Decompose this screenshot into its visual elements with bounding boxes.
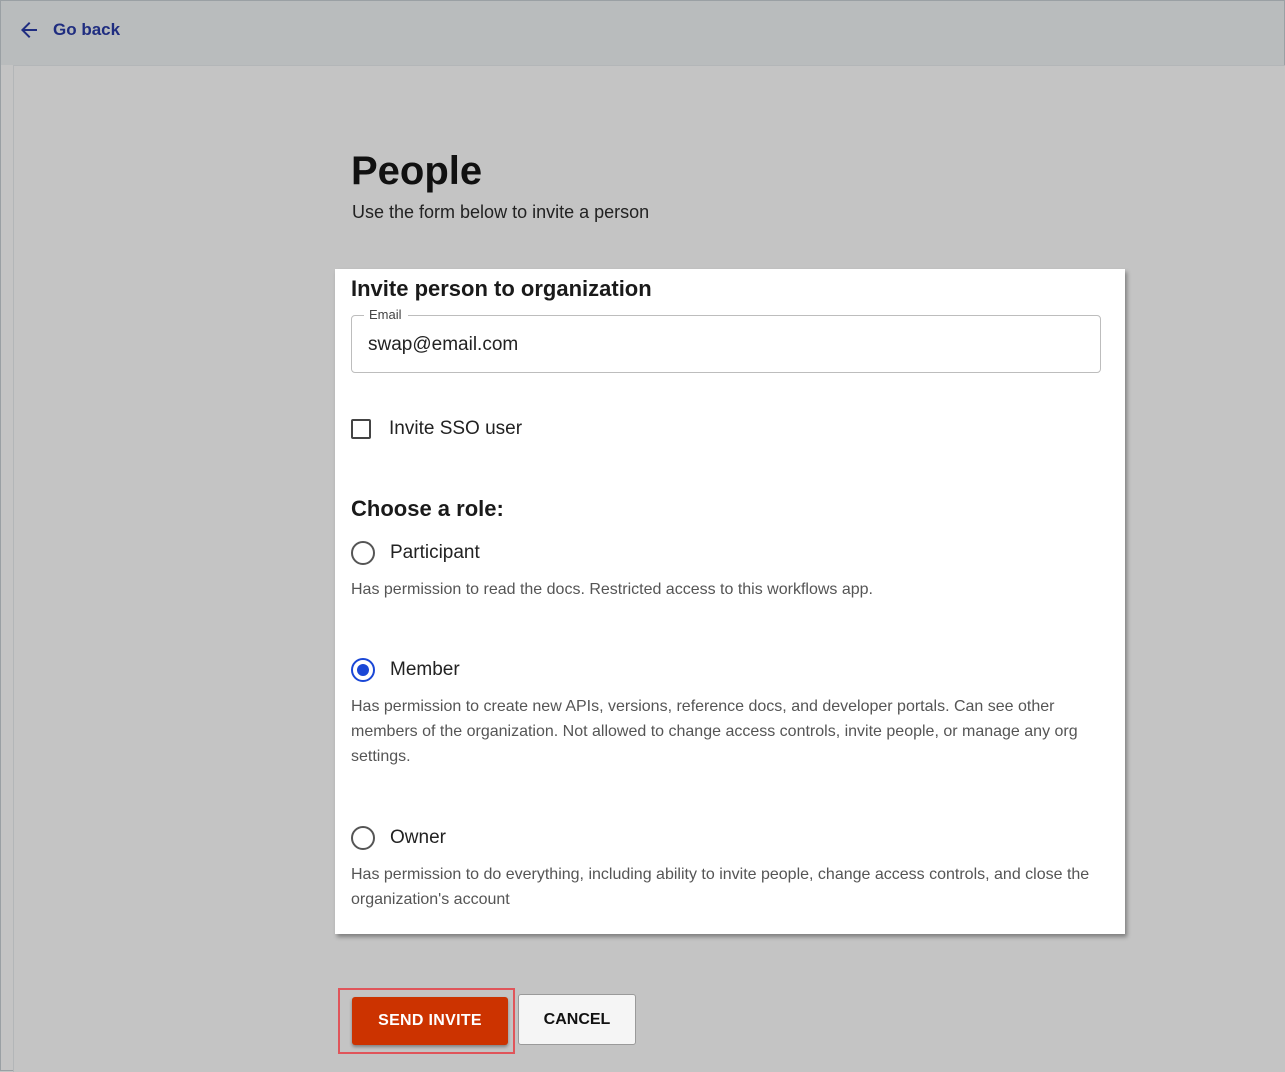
top-bar: Go back [1,1,1284,65]
page-subtitle: Use the form below to invite a person [352,202,650,222]
role-member-row[interactable]: Member [351,656,1101,684]
role-owner-row[interactable]: Owner [351,824,1101,852]
cancel-button[interactable]: CANCEL [518,994,636,1045]
email-input-value[interactable]: swap@email.com [368,333,518,357]
role-participant-description: Has permission to read the docs. Restric… [351,581,873,598]
arrow-left-icon [17,18,41,42]
role-owner-description: Has permission to do everything, includi… [351,866,1090,908]
form-title: Invite person to organization [351,276,652,301]
go-back-label: Go back [53,20,121,39]
email-field[interactable]: Email swap@email.com [351,307,1101,373]
role-member-radio[interactable] [351,658,375,682]
email-field-label: Email [364,307,408,323]
role-owner-radio[interactable] [351,826,375,850]
send-invite-button[interactable]: SEND INVITE [352,997,508,1045]
page-title: People [351,149,483,193]
invite-sso-checkbox[interactable] [351,419,371,439]
go-back-link[interactable]: Go back [17,17,120,43]
role-participant-row[interactable]: Participant [351,539,1101,567]
role-option-member: Member Has permission to create new APIs… [351,656,1101,769]
role-member-description: Has permission to create new APIs, versi… [351,698,1078,765]
invite-sso-label: Invite SSO user [389,418,523,439]
invite-form-card: Invite person to organization Email swap… [335,269,1125,934]
role-owner-label: Owner [390,827,446,848]
role-option-participant: Participant Has permission to read the d… [351,539,1101,602]
role-participant-radio[interactable] [351,541,375,565]
role-participant-label: Participant [390,542,480,563]
invite-sso-option[interactable]: Invite SSO user [351,417,522,441]
role-heading: Choose a role: [351,496,504,521]
role-member-label: Member [390,659,460,680]
role-option-owner: Owner Has permission to do everything, i… [351,824,1101,912]
